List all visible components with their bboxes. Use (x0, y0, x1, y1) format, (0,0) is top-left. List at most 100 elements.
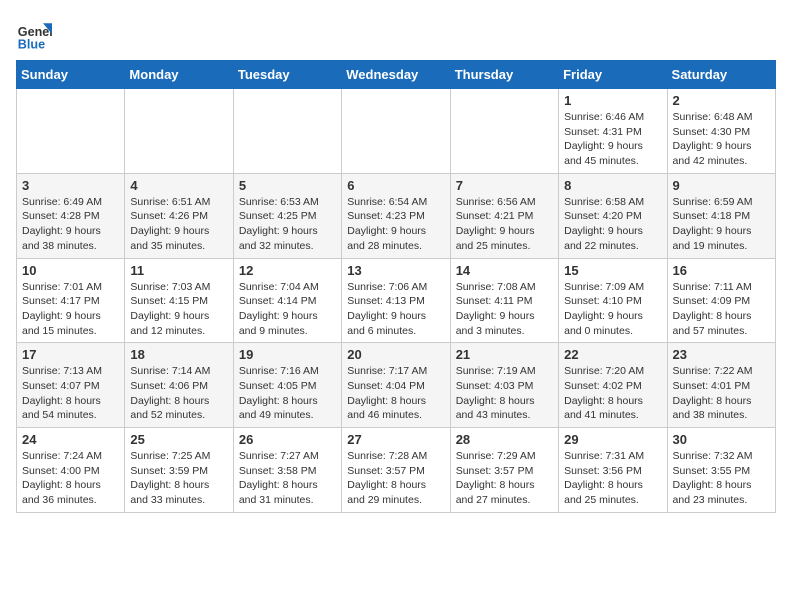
calendar-cell (125, 89, 233, 174)
day-of-week-header: Monday (125, 61, 233, 89)
logo-icon: General Blue (16, 16, 52, 52)
day-number: 4 (130, 178, 227, 193)
calendar-week-row: 3 Sunrise: 6:49 AMSunset: 4:28 PMDaylight… (17, 173, 776, 258)
day-number: 15 (564, 263, 661, 278)
day-info: Sunrise: 7:25 AMSunset: 3:59 PMDaylight:… (130, 449, 227, 508)
day-info: Sunrise: 7:09 AMSunset: 4:10 PMDaylight:… (564, 280, 661, 339)
day-info: Sunrise: 7:32 AMSunset: 3:55 PMDaylight:… (673, 449, 770, 508)
calendar-cell: 6Sunrise: 6:54 AMSunset: 4:23 PMDaylight… (342, 173, 450, 258)
calendar-cell: 20 Sunrise: 7:17 AMSunset: 4:04 PMDayligh… (342, 343, 450, 428)
day-number: 28 (456, 432, 553, 447)
day-number: 16 (673, 263, 770, 278)
day-number: 8 (564, 178, 661, 193)
day-info: Sunrise: 7:04 AMSunset: 4:14 PMDaylight:… (239, 280, 336, 339)
calendar-cell: 22 Sunrise: 7:20 AMSunset: 4:02 PMDayligh… (559, 343, 667, 428)
day-number: 26 (239, 432, 336, 447)
day-number: 27 (347, 432, 444, 447)
day-number: 25 (130, 432, 227, 447)
day-info: Sunrise: 6:56 AMSunset: 4:21 PMDaylight:… (456, 195, 553, 254)
calendar-header-row: SundayMondayTuesdayWednesdayThursdayFrid… (17, 61, 776, 89)
calendar-cell: 27 Sunrise: 7:28 AMSunset: 3:57 PMDayligh… (342, 428, 450, 513)
day-info: Sunrise: 6:59 AMSunset: 4:18 PMDaylight:… (673, 195, 770, 254)
calendar-cell: 10Sunrise: 7:01 AMSunset: 4:17 PMDayligh… (17, 258, 125, 343)
day-of-week-header: Thursday (450, 61, 558, 89)
calendar-cell: 28 Sunrise: 7:29 AMSunset: 3:57 PMDayligh… (450, 428, 558, 513)
day-number: 5 (239, 178, 336, 193)
calendar-cell: 13 Sunrise: 7:06 AMSunset: 4:13 PMDayligh… (342, 258, 450, 343)
day-number: 2 (673, 93, 770, 108)
day-of-week-header: Sunday (17, 61, 125, 89)
day-info: Sunrise: 7:16 AMSunset: 4:05 PMDaylight:… (239, 364, 336, 423)
calendar-cell (450, 89, 558, 174)
calendar-cell: 23 Sunrise: 7:22 AMSunset: 4:01 PMDayligh… (667, 343, 775, 428)
day-info: Sunrise: 7:03 AMSunset: 4:15 PMDaylight:… (130, 280, 227, 339)
calendar-cell: 15 Sunrise: 7:09 AMSunset: 4:10 PMDayligh… (559, 258, 667, 343)
day-of-week-header: Wednesday (342, 61, 450, 89)
calendar-cell: 26 Sunrise: 7:27 AMSunset: 3:58 PMDayligh… (233, 428, 341, 513)
calendar-cell: 30 Sunrise: 7:32 AMSunset: 3:55 PMDayligh… (667, 428, 775, 513)
day-number: 20 (347, 347, 444, 362)
calendar-week-row: 10Sunrise: 7:01 AMSunset: 4:17 PMDayligh… (17, 258, 776, 343)
calendar-week-row: 1Sunrise: 6:46 AMSunset: 4:31 PMDaylight… (17, 89, 776, 174)
calendar-cell: 5 Sunrise: 6:53 AMSunset: 4:25 PMDaylight… (233, 173, 341, 258)
day-number: 23 (673, 347, 770, 362)
calendar-cell: 25 Sunrise: 7:25 AMSunset: 3:59 PMDayligh… (125, 428, 233, 513)
day-number: 7 (456, 178, 553, 193)
calendar-cell: 18 Sunrise: 7:14 AMSunset: 4:06 PMDayligh… (125, 343, 233, 428)
calendar-cell: 7 Sunrise: 6:56 AMSunset: 4:21 PMDaylight… (450, 173, 558, 258)
day-number: 17 (22, 347, 119, 362)
calendar-cell (233, 89, 341, 174)
calendar-cell: 4 Sunrise: 6:51 AMSunset: 4:26 PMDaylight… (125, 173, 233, 258)
day-info: Sunrise: 7:17 AMSunset: 4:04 PMDaylight:… (347, 364, 444, 423)
calendar-cell: 16 Sunrise: 7:11 AMSunset: 4:09 PMDayligh… (667, 258, 775, 343)
day-info: Sunrise: 7:29 AMSunset: 3:57 PMDaylight:… (456, 449, 553, 508)
day-number: 18 (130, 347, 227, 362)
calendar-cell: 1Sunrise: 6:46 AMSunset: 4:31 PMDaylight… (559, 89, 667, 174)
calendar-table: SundayMondayTuesdayWednesdayThursdayFrid… (16, 60, 776, 513)
calendar-cell: 17 Sunrise: 7:13 AMSunset: 4:07 PMDayligh… (17, 343, 125, 428)
day-info: Sunrise: 7:13 AMSunset: 4:07 PMDaylight:… (22, 364, 119, 423)
calendar-cell: 24Sunrise: 7:24 AMSunset: 4:00 PMDayligh… (17, 428, 125, 513)
day-info: Sunrise: 7:31 AMSunset: 3:56 PMDaylight:… (564, 449, 661, 508)
day-number: 22 (564, 347, 661, 362)
day-of-week-header: Friday (559, 61, 667, 89)
calendar-cell: 21Sunrise: 7:19 AMSunset: 4:03 PMDayligh… (450, 343, 558, 428)
calendar-cell: 8 Sunrise: 6:58 AMSunset: 4:20 PMDaylight… (559, 173, 667, 258)
day-number: 9 (673, 178, 770, 193)
calendar-cell: 9 Sunrise: 6:59 AMSunset: 4:18 PMDaylight… (667, 173, 775, 258)
page-header: General Blue (16, 16, 776, 52)
day-number: 14 (456, 263, 553, 278)
day-number: 1 (564, 93, 661, 108)
day-info: Sunrise: 6:53 AMSunset: 4:25 PMDaylight:… (239, 195, 336, 254)
calendar-week-row: 17 Sunrise: 7:13 AMSunset: 4:07 PMDayligh… (17, 343, 776, 428)
day-info: Sunrise: 7:27 AMSunset: 3:58 PMDaylight:… (239, 449, 336, 508)
day-info: Sunrise: 7:08 AMSunset: 4:11 PMDaylight:… (456, 280, 553, 339)
day-info: Sunrise: 6:51 AMSunset: 4:26 PMDaylight:… (130, 195, 227, 254)
day-of-week-header: Tuesday (233, 61, 341, 89)
day-number: 11 (130, 263, 227, 278)
day-info: Sunrise: 6:58 AMSunset: 4:20 PMDaylight:… (564, 195, 661, 254)
day-number: 3 (22, 178, 119, 193)
day-info: Sunrise: 7:06 AMSunset: 4:13 PMDaylight:… (347, 280, 444, 339)
calendar-cell: 12Sunrise: 7:04 AMSunset: 4:14 PMDayligh… (233, 258, 341, 343)
day-info: Sunrise: 7:19 AMSunset: 4:03 PMDaylight:… (456, 364, 553, 423)
calendar-cell (342, 89, 450, 174)
day-number: 30 (673, 432, 770, 447)
day-info: Sunrise: 7:14 AMSunset: 4:06 PMDaylight:… (130, 364, 227, 423)
day-info: Sunrise: 7:11 AMSunset: 4:09 PMDaylight:… (673, 280, 770, 339)
day-info: Sunrise: 7:22 AMSunset: 4:01 PMDaylight:… (673, 364, 770, 423)
day-number: 19 (239, 347, 336, 362)
day-info: Sunrise: 7:20 AMSunset: 4:02 PMDaylight:… (564, 364, 661, 423)
day-info: Sunrise: 7:01 AMSunset: 4:17 PMDaylight:… (22, 280, 119, 339)
calendar-cell: 2 Sunrise: 6:48 AMSunset: 4:30 PMDaylight… (667, 89, 775, 174)
day-number: 24 (22, 432, 119, 447)
calendar-cell: 11 Sunrise: 7:03 AMSunset: 4:15 PMDayligh… (125, 258, 233, 343)
calendar-cell: 3 Sunrise: 6:49 AMSunset: 4:28 PMDaylight… (17, 173, 125, 258)
day-info: Sunrise: 6:48 AMSunset: 4:30 PMDaylight:… (673, 110, 770, 169)
calendar-cell: 19 Sunrise: 7:16 AMSunset: 4:05 PMDayligh… (233, 343, 341, 428)
day-info: Sunrise: 7:28 AMSunset: 3:57 PMDaylight:… (347, 449, 444, 508)
calendar-cell: 29Sunrise: 7:31 AMSunset: 3:56 PMDayligh… (559, 428, 667, 513)
day-number: 13 (347, 263, 444, 278)
calendar-cell: 14 Sunrise: 7:08 AMSunset: 4:11 PMDayligh… (450, 258, 558, 343)
day-info: Sunrise: 6:49 AMSunset: 4:28 PMDaylight:… (22, 195, 119, 254)
